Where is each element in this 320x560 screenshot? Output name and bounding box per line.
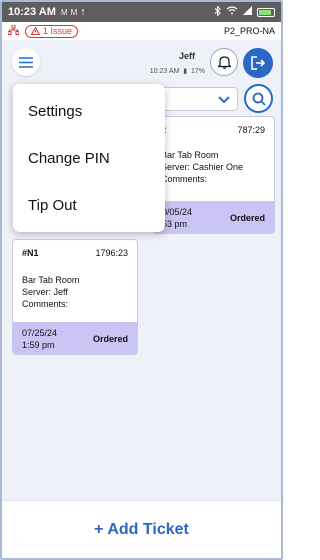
header-time: 10:23 AM xyxy=(149,68,180,75)
menu-item-tip-out[interactable]: Tip Out xyxy=(13,182,165,229)
status-bar: 10:23 AM M M ↑ xyxy=(2,2,281,22)
bell-icon xyxy=(217,56,231,69)
bluetooth-icon xyxy=(214,4,221,19)
device-label: P2_PRO-NA xyxy=(223,26,275,36)
search-button[interactable] xyxy=(244,84,273,113)
status-time: 10:23 AM xyxy=(8,6,56,18)
ticket-footer: 07/25/24 1:59 pm Ordered xyxy=(13,322,137,354)
notification-icon: M xyxy=(60,7,68,17)
ticket-header: 2 787:29 xyxy=(153,117,274,135)
ticket-number: 1796:23 xyxy=(95,248,128,258)
ticket-server: Server: Cashier One xyxy=(161,162,244,172)
ticket-body: Bar Tab Room Server: Cashier One Comment… xyxy=(153,135,274,185)
ticket-comments: Comments: xyxy=(22,299,69,309)
hamburger-menu-button[interactable] xyxy=(12,48,40,76)
user-name: Jeff xyxy=(178,51,195,61)
ticket-card[interactable]: #N1 1796:23 Bar Tab Room Server: Jeff Co… xyxy=(12,239,138,355)
warning-icon xyxy=(31,27,40,35)
ticket-footer: 0/05/24 53 pm Ordered xyxy=(153,201,274,233)
ticket-id: #N1 xyxy=(22,248,39,258)
chevron-down-icon xyxy=(218,96,230,104)
add-ticket-button[interactable]: + Add Ticket xyxy=(2,500,281,558)
app-header: Jeff 10:23 AM ▮ 17% xyxy=(2,40,281,86)
ticket-comments: Comments: xyxy=(161,174,208,184)
app-frame: 10:23 AM M M ↑ 1 Issue P2_PRO-NA Jeff 10… xyxy=(0,0,283,560)
notification-icon: M xyxy=(70,7,78,17)
menu-item-change-pin[interactable]: Change PIN xyxy=(13,135,165,182)
ticket-room: Bar Tab Room xyxy=(22,275,80,285)
ticket-body: Bar Tab Room Server: Jeff Comments: xyxy=(13,258,137,310)
ticket-number: 787:29 xyxy=(237,125,265,135)
battery-icon xyxy=(257,7,275,17)
search-icon xyxy=(252,92,266,106)
issue-badge[interactable]: 1 Issue xyxy=(25,24,79,38)
menu-item-settings[interactable]: Settings xyxy=(13,88,165,135)
notifications-button[interactable] xyxy=(210,48,238,76)
network-icon[interactable] xyxy=(7,24,20,38)
user-meta: 10:23 AM ▮ 17% xyxy=(150,67,205,75)
ticket-server: Server: Jeff xyxy=(22,287,68,297)
battery-small-icon: ▮ xyxy=(183,68,188,75)
signal-icon xyxy=(243,6,252,18)
hamburger-dropdown-menu: Settings Change PIN Tip Out xyxy=(13,84,165,232)
logout-button[interactable] xyxy=(243,48,273,78)
hamburger-icon xyxy=(19,56,33,68)
logout-icon xyxy=(251,56,265,70)
ticket-room: Bar Tab Room xyxy=(161,150,219,160)
issue-bar: 1 Issue P2_PRO-NA xyxy=(2,22,281,40)
ticket-header: #N1 1796:23 xyxy=(13,240,137,258)
upload-icon: ↑ xyxy=(80,6,86,18)
wifi-icon xyxy=(226,6,238,18)
ticket-card[interactable]: 2 787:29 Bar Tab Room Server: Cashier On… xyxy=(152,116,275,234)
issue-label: 1 Issue xyxy=(43,26,73,36)
ticket-status: Ordered xyxy=(92,334,128,344)
header-battery: 17% xyxy=(190,68,205,75)
ticket-status: Ordered xyxy=(229,213,265,223)
